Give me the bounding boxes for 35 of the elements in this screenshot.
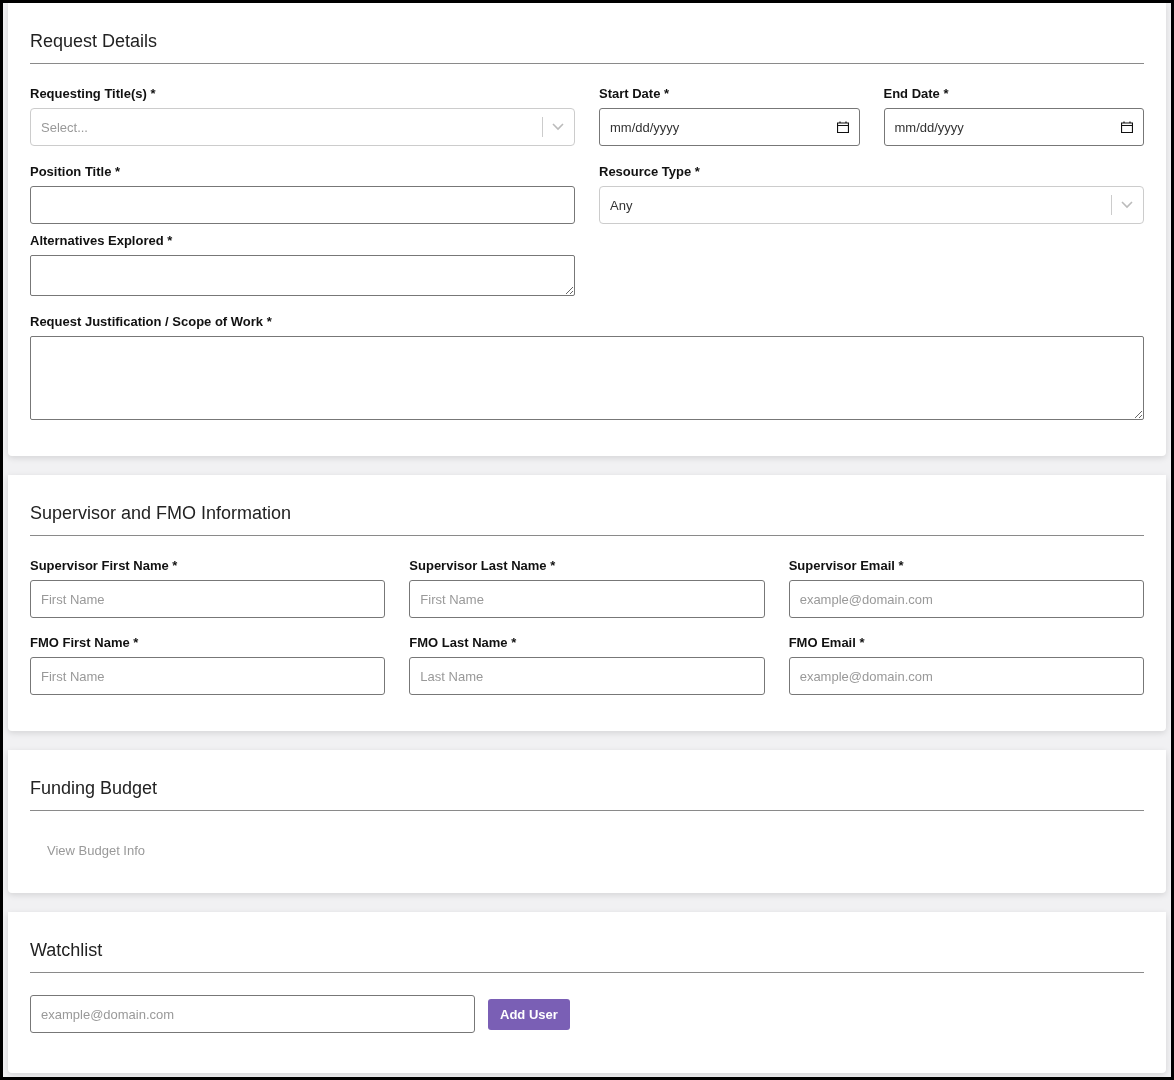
date-field[interactable]: mm/dd/yyyy (883, 108, 1144, 146)
field-label: Position Title * (30, 164, 122, 179)
add-user-button[interactable]: Add User (488, 998, 570, 1030)
field-label: FMO First Name * (30, 635, 140, 650)
text-input[interactable]: First Name (409, 580, 765, 618)
text-input[interactable]: Last Name (409, 657, 765, 695)
text-input[interactable]: First Name (30, 657, 386, 695)
alternatives-textarea[interactable] (30, 255, 575, 296)
field-label: Supervisor Email * (788, 558, 905, 573)
chevron-down-icon (552, 123, 564, 131)
date-field[interactable]: mm/dd/yyyy (599, 108, 860, 146)
field-label: Request Justification / Scope of Work * (30, 314, 273, 329)
field-label: Supervisor First Name * (30, 558, 179, 573)
field-label: Resource Type * (599, 164, 701, 179)
text-input[interactable]: example@domain.com (788, 657, 1144, 695)
field-label: Requesting Title(s) * (30, 86, 157, 101)
field-label: Supervisor Last Name * (409, 558, 557, 573)
section-title: Watchlist (30, 940, 103, 960)
position-title-input[interactable] (30, 186, 575, 224)
field-label: Alternatives Explored * (30, 233, 174, 248)
text-input[interactable]: First Name (30, 580, 386, 618)
section-title: Funding Budget (30, 778, 158, 798)
email-input[interactable]: example@domain.com (30, 995, 475, 1033)
field-label: FMO Last Name * (409, 635, 518, 650)
text-input[interactable]: example@domain.com (788, 580, 1144, 618)
section-title: Supervisor and FMO Information (30, 503, 292, 523)
field-label: FMO Email * (788, 635, 866, 650)
resource-type-select[interactable]: Any (599, 186, 1144, 224)
chevron-down-icon (1121, 201, 1133, 209)
field-label: Start Date * (599, 86, 671, 101)
calendar-icon[interactable] (836, 121, 849, 133)
justification-textarea[interactable] (30, 336, 1144, 420)
section-title: Request Details (30, 31, 158, 51)
field-label: End Date * (883, 86, 950, 101)
calendar-icon[interactable] (1121, 121, 1133, 133)
